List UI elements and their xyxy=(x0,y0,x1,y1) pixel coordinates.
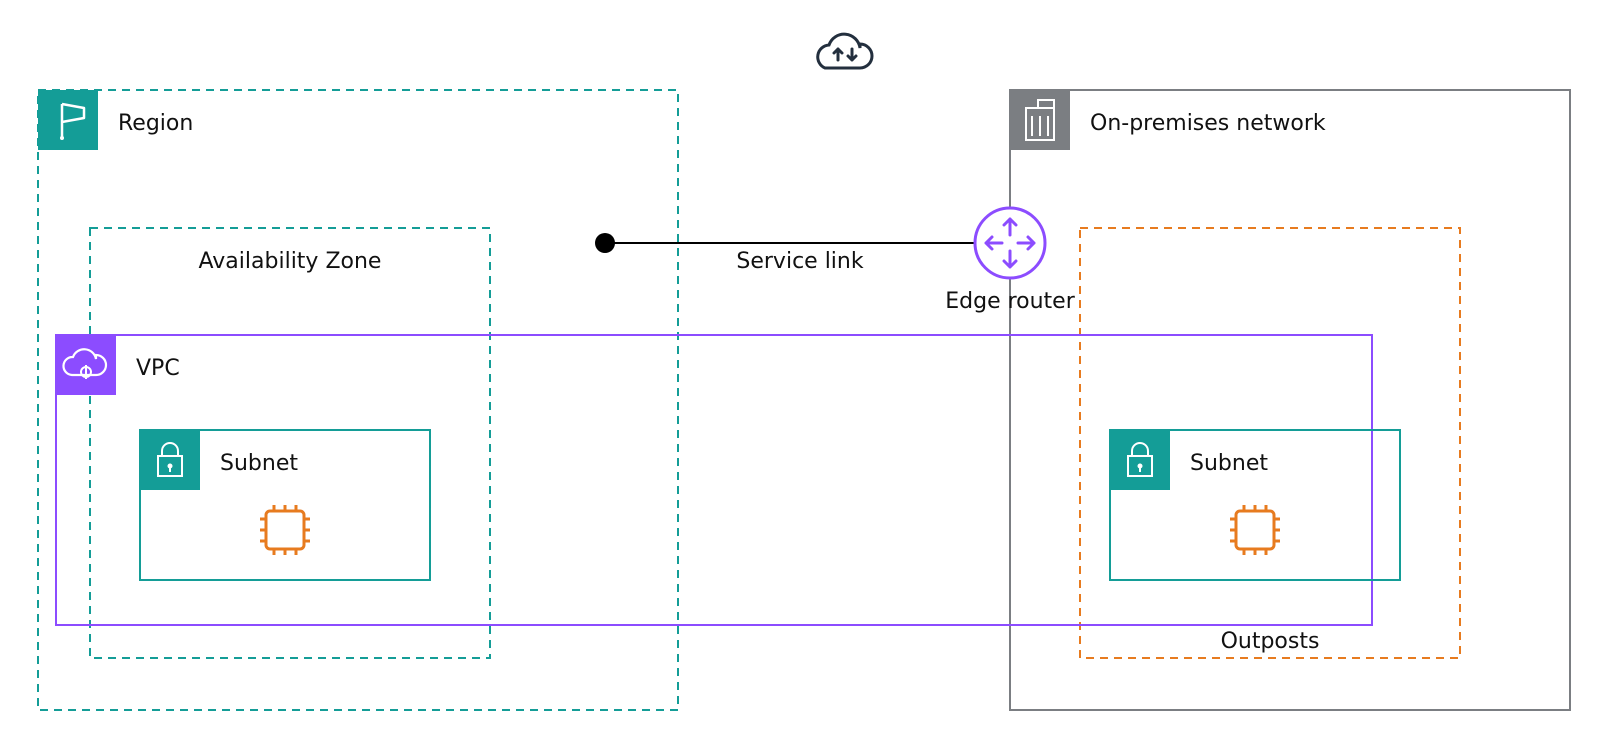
outposts-label: Outposts xyxy=(1221,629,1320,654)
region-icon xyxy=(38,90,98,150)
vpc-label: VPC xyxy=(136,356,180,381)
subnet-left-icon xyxy=(140,430,200,490)
service-link-label: Service link xyxy=(736,249,863,274)
subnet-right-icon xyxy=(1110,430,1170,490)
edge-router-icon xyxy=(975,208,1045,278)
subnet-left-label: Subnet xyxy=(220,451,298,476)
vpc-icon xyxy=(56,335,116,395)
cloud-icon xyxy=(818,34,872,68)
vpc-container xyxy=(56,335,1372,625)
region-label: Region xyxy=(118,111,193,136)
edge-router-label: Edge router xyxy=(945,289,1075,314)
onprem-label: On-premises network xyxy=(1090,111,1326,136)
onprem-container xyxy=(1010,90,1570,710)
availability-zone-label: Availability Zone xyxy=(199,249,382,274)
subnet-right-label: Subnet xyxy=(1190,451,1268,476)
service-link-endpoint xyxy=(595,233,615,253)
chip-icon-left xyxy=(260,505,310,555)
onprem-icon xyxy=(1010,90,1070,150)
chip-icon-right xyxy=(1230,505,1280,555)
region-container xyxy=(38,90,678,710)
